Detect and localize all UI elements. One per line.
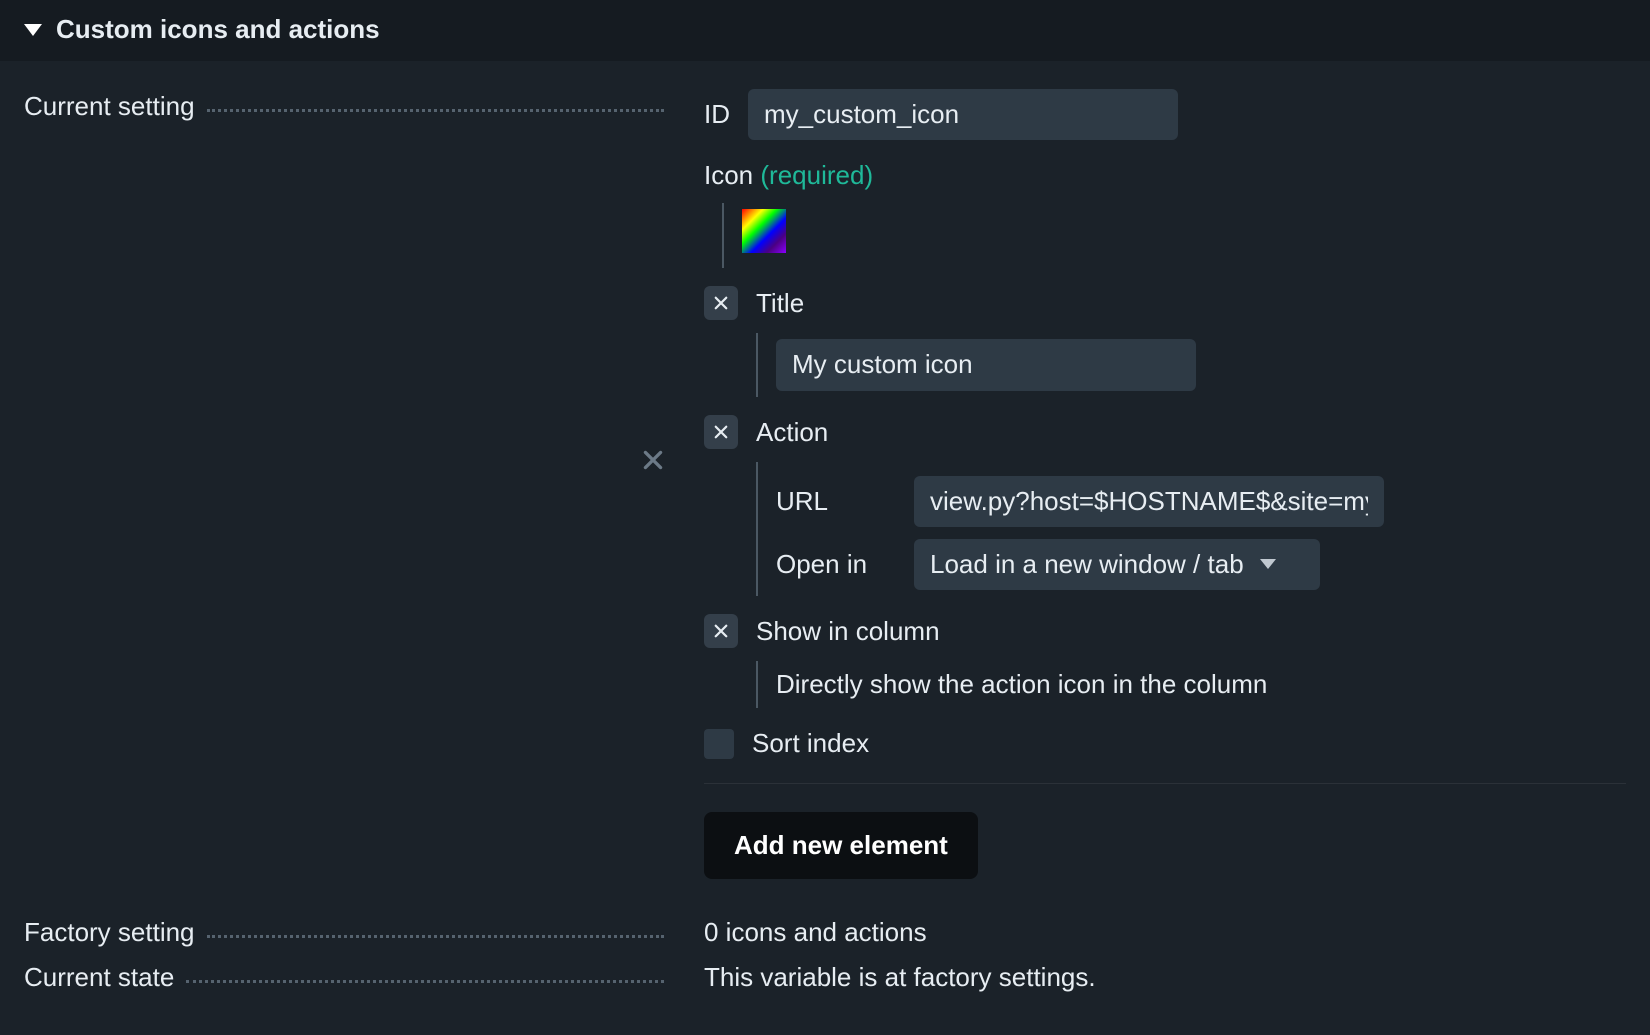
add-new-element-button[interactable]: Add new element <box>704 812 978 879</box>
clear-title-button[interactable] <box>704 286 738 320</box>
remove-entry-button[interactable] <box>638 445 668 475</box>
icon-label: Icon <box>704 160 753 190</box>
close-icon <box>640 447 666 473</box>
sort-index-row: Sort index <box>704 726 1626 761</box>
divider <box>704 783 1626 784</box>
title-input[interactable] <box>776 339 1196 390</box>
factory-and-state-values: 0 icons and actions This variable is at … <box>704 909 1626 995</box>
factory-and-state-labels: Factory setting Current state <box>24 909 664 995</box>
sort-index-checkbox[interactable] <box>704 729 734 759</box>
section-title: Custom icons and actions <box>56 12 380 47</box>
id-row: ID <box>704 89 1626 140</box>
action-block: Action URL Open in Load in a new window … <box>704 415 1626 596</box>
leader-dots <box>207 109 664 112</box>
current-setting-value: ID Icon (required) Title <box>704 89 1626 879</box>
open-in-label: Open in <box>776 547 888 582</box>
title-label: Title <box>756 286 1626 321</box>
section-header[interactable]: Custom icons and actions <box>0 0 1650 61</box>
icon-picker[interactable] <box>742 209 786 253</box>
close-icon <box>712 294 730 312</box>
close-icon <box>712 622 730 640</box>
close-icon <box>712 423 730 441</box>
icon-block: Icon (required) <box>704 158 1626 268</box>
leader-dots <box>186 980 664 983</box>
show-in-column-label: Show in column <box>756 614 1626 649</box>
chevron-down-icon <box>1260 559 1276 569</box>
clear-action-button[interactable] <box>704 415 738 449</box>
url-label: URL <box>776 484 888 519</box>
open-in-select[interactable]: Load in a new window / tab <box>914 539 1320 590</box>
title-block: Title <box>704 286 1626 396</box>
required-tag: (required) <box>760 160 873 190</box>
sort-index-label: Sort index <box>752 726 869 761</box>
url-input[interactable] <box>914 476 1384 527</box>
leader-dots <box>207 935 664 938</box>
show-in-column-desc: Directly show the action icon in the col… <box>776 669 1267 699</box>
caret-down-icon <box>24 24 42 36</box>
label-current-setting: Current setting <box>24 89 664 124</box>
label-factory-setting: Factory setting <box>24 915 664 950</box>
current-state-value: This variable is at factory settings. <box>704 960 1626 995</box>
show-in-column-block: Show in column Directly show the action … <box>704 614 1626 708</box>
id-input[interactable] <box>748 89 1178 140</box>
id-label: ID <box>704 97 730 132</box>
action-label: Action <box>756 415 1626 450</box>
label-current-state: Current state <box>24 960 664 995</box>
factory-setting-value: 0 icons and actions <box>704 915 1626 950</box>
clear-show-in-column-button[interactable] <box>704 614 738 648</box>
